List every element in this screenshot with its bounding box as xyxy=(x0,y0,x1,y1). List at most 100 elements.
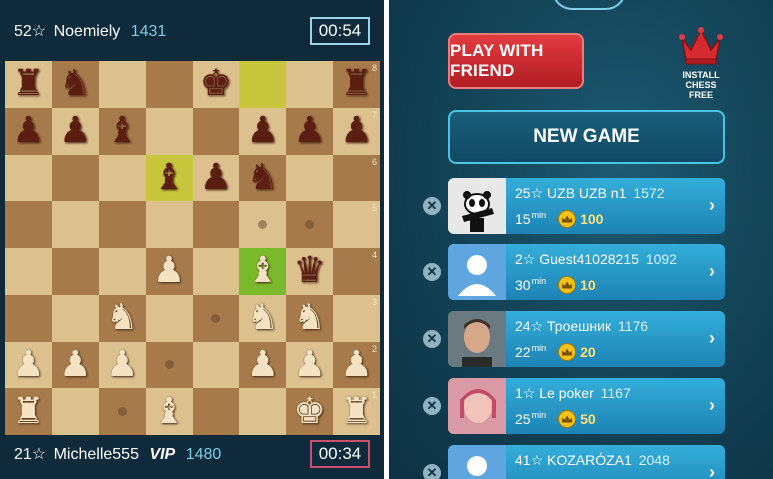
square-b2[interactable]: ♟ xyxy=(51,341,99,389)
white-pawn-icon[interactable]: ♟ xyxy=(12,346,44,383)
play-with-friend-button[interactable]: PLAY WITH FRIEND xyxy=(448,33,584,89)
square-g1[interactable]: ♚ xyxy=(286,388,334,435)
square-a3[interactable] xyxy=(5,294,52,342)
square-a1[interactable]: ♜ xyxy=(5,388,52,435)
dismiss-invite-icon[interactable]: ✕ xyxy=(423,397,441,415)
square-e4[interactable] xyxy=(192,248,240,295)
square-h4[interactable]: 4 xyxy=(333,248,380,295)
square-h6[interactable]: 6 xyxy=(333,154,380,202)
black-pawn-icon[interactable]: ♟ xyxy=(294,113,326,149)
square-a5[interactable] xyxy=(5,201,52,248)
square-d1[interactable]: ♝ xyxy=(145,388,193,435)
move-hint-dot[interactable] xyxy=(164,360,174,370)
square-h2[interactable]: ♟ 2 xyxy=(333,341,380,389)
white-pawn-icon[interactable]: ♟ xyxy=(153,253,185,289)
black-queen-icon[interactable]: ♛ xyxy=(294,253,326,289)
square-a4[interactable] xyxy=(5,248,52,295)
black-knight-icon[interactable]: ♞ xyxy=(59,66,91,102)
square-f6[interactable]: ♞ xyxy=(239,154,287,202)
square-f7[interactable]: ♟ xyxy=(239,107,287,155)
black-pawn-icon[interactable]: ♟ xyxy=(12,113,44,149)
square-e3[interactable] xyxy=(192,294,240,342)
black-bishop-icon[interactable]: ♝ xyxy=(106,113,138,149)
square-c6[interactable] xyxy=(98,154,146,202)
chess-board[interactable]: ♜ ♞ ♚ ♜ 8 ♟ ♟ ♝ ♟ ♟ ♟ 7 ♝ ♟ ♞ 6 5 ♟ ♝ ♛ 4 ♞ ♞ ♞ 3 ♟ ♟ ♟ ♟ ♟ ♟ 2 ♜ ♝ ♚ ♜ 1 xyxy=(5,61,380,435)
chevron-right-icon[interactable]: › xyxy=(709,261,715,282)
square-e7[interactable] xyxy=(192,107,240,155)
square-d3[interactable] xyxy=(145,294,193,342)
square-e2[interactable] xyxy=(192,341,240,389)
square-e5[interactable] xyxy=(192,201,240,248)
square-d5[interactable] xyxy=(145,201,193,248)
white-pawn-icon[interactable]: ♟ xyxy=(294,346,326,383)
square-g3[interactable]: ♞ xyxy=(286,294,334,342)
square-a8[interactable]: ♜ xyxy=(5,61,52,108)
square-g8[interactable] xyxy=(286,61,334,108)
white-pawn-icon[interactable]: ♟ xyxy=(59,346,91,383)
square-b8[interactable]: ♞ xyxy=(51,61,99,108)
invite-card[interactable]: 1☆ Le poker 1167 25 min 50 › xyxy=(448,378,725,434)
square-c5[interactable] xyxy=(98,201,146,248)
square-g6[interactable] xyxy=(286,154,334,202)
move-hint-dot[interactable] xyxy=(305,220,315,230)
square-c8[interactable] xyxy=(98,61,146,108)
white-knight-icon[interactable]: ♞ xyxy=(106,300,138,336)
square-e6[interactable]: ♟ xyxy=(192,154,240,202)
white-bishop-icon[interactable]: ♝ xyxy=(153,393,185,430)
square-c3[interactable]: ♞ xyxy=(98,294,146,342)
square-b6[interactable] xyxy=(51,154,99,202)
square-a7[interactable]: ♟ xyxy=(5,107,52,155)
white-knight-icon[interactable]: ♞ xyxy=(294,300,326,336)
chevron-right-icon[interactable]: › xyxy=(709,462,715,479)
white-rook-icon[interactable]: ♜ xyxy=(12,393,44,430)
new-game-button[interactable]: NEW GAME xyxy=(448,110,725,164)
black-rook-icon[interactable]: ♜ xyxy=(12,66,44,102)
square-g7[interactable]: ♟ xyxy=(286,107,334,155)
invite-card[interactable]: 41☆ KOZARÓZA1 2048 › xyxy=(448,445,725,479)
square-f2[interactable]: ♟ xyxy=(239,341,287,389)
square-c1[interactable] xyxy=(98,388,146,435)
square-e8[interactable]: ♚ xyxy=(192,61,240,108)
square-a2[interactable]: ♟ xyxy=(5,341,52,389)
white-pawn-icon[interactable]: ♟ xyxy=(106,346,138,383)
square-g5[interactable] xyxy=(286,201,334,248)
invite-card[interactable]: 24☆ Троешник 1176 22 min 20 › xyxy=(448,311,725,367)
square-g4[interactable]: ♛ xyxy=(286,248,334,295)
square-a6[interactable] xyxy=(5,154,52,202)
square-d4[interactable]: ♟ xyxy=(145,248,193,295)
dismiss-invite-icon[interactable]: ✕ xyxy=(423,263,441,281)
white-knight-icon[interactable]: ♞ xyxy=(247,300,279,336)
square-g2[interactable]: ♟ xyxy=(286,341,334,389)
chevron-right-icon[interactable]: › xyxy=(709,195,715,216)
square-d2[interactable] xyxy=(145,341,193,389)
square-h5[interactable]: 5 xyxy=(333,201,380,248)
square-f5[interactable] xyxy=(239,201,287,248)
square-b7[interactable]: ♟ xyxy=(51,107,99,155)
dismiss-invite-icon[interactable]: ✕ xyxy=(423,464,441,479)
black-king-icon[interactable]: ♚ xyxy=(200,66,232,102)
black-knight-icon[interactable]: ♞ xyxy=(247,159,279,196)
dismiss-invite-icon[interactable]: ✕ xyxy=(423,330,441,348)
square-d8[interactable] xyxy=(145,61,193,108)
square-d6[interactable]: ♝ xyxy=(145,154,193,202)
invite-card[interactable]: 2☆ Guest41028215 1092 30 min 10 › xyxy=(448,244,725,300)
white-bishop-icon[interactable]: ♝ xyxy=(247,253,279,289)
black-pawn-icon[interactable]: ♟ xyxy=(200,159,232,196)
square-f3[interactable]: ♞ xyxy=(239,294,287,342)
square-f4[interactable]: ♝ xyxy=(239,248,287,295)
white-pawn-icon[interactable]: ♟ xyxy=(340,346,372,383)
square-f8[interactable] xyxy=(239,61,287,108)
square-h8[interactable]: ♜ 8 xyxy=(333,61,380,108)
black-pawn-icon[interactable]: ♟ xyxy=(247,113,279,149)
chevron-right-icon[interactable]: › xyxy=(709,328,715,349)
install-chess-free-link[interactable]: INSTALL CHESS FREE xyxy=(673,26,729,100)
square-b4[interactable] xyxy=(51,248,99,295)
white-king-icon[interactable]: ♚ xyxy=(294,393,326,430)
square-d7[interactable] xyxy=(145,107,193,155)
white-rook-icon[interactable]: ♜ xyxy=(340,393,372,430)
black-pawn-icon[interactable]: ♟ xyxy=(340,113,372,149)
white-pawn-icon[interactable]: ♟ xyxy=(247,346,279,383)
invite-card[interactable]: 25☆ UZB UZB n1 1572 15 min 100 › xyxy=(448,178,725,234)
square-b5[interactable] xyxy=(51,201,99,248)
black-rook-icon[interactable]: ♜ xyxy=(340,66,372,102)
